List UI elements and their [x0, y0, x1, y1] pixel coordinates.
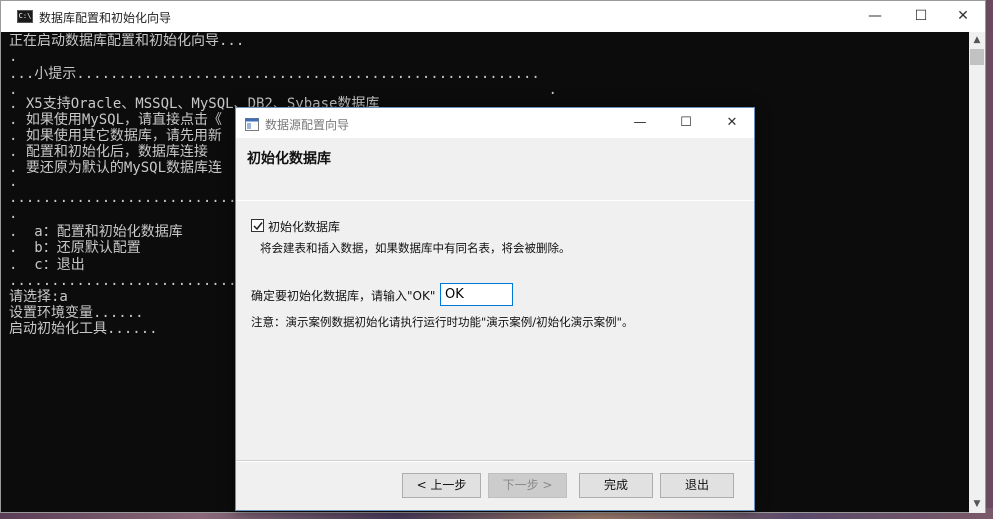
exit-button[interactable]: 退出 — [660, 473, 734, 498]
console-line: ...小提示..................................… — [9, 66, 540, 82]
console-line: 请选择:a — [9, 289, 68, 305]
next-button[interactable]: 下一步 > — [488, 473, 567, 498]
dialog-titlebar[interactable]: 数据源配置向导 — ☐ ✕ — [236, 108, 754, 138]
scroll-down-icon[interactable]: ▼ — [969, 496, 985, 513]
scroll-thumb[interactable] — [970, 49, 984, 65]
console-line: . 配置和初始化后，数据库连接 — [9, 144, 208, 160]
console-line: . b：还原默认配置 — [9, 240, 141, 256]
console-scrollbar[interactable]: ▲ ▼ — [969, 32, 985, 513]
dialog-app-icon — [245, 116, 259, 131]
checkbox-description: 将会建表和插入数据，如果数据库中有同名表，将会被删除。 — [260, 241, 571, 255]
maximize-icon[interactable]: ☐ — [663, 108, 709, 138]
console-line: 启动初始化工具...... — [9, 321, 158, 337]
close-icon[interactable]: ✕ — [940, 1, 986, 32]
divider — [236, 200, 754, 201]
console-line: . 要还原为默认的MySQL数据库连 — [9, 160, 223, 176]
wizard-header: 初始化数据库 — [236, 138, 754, 201]
console-line: . 如果使用其它数据库，请先用新 — [9, 128, 222, 144]
checkbox[interactable] — [251, 219, 264, 232]
console-line: .............................. — [9, 190, 262, 206]
minimize-icon[interactable]: — — [852, 1, 898, 32]
datasource-wizard-dialog: 数据源配置向导 — ☐ ✕ 初始化数据库 初始化数据库 将会建表和插入数据，如果… — [235, 107, 755, 511]
minimize-icon[interactable]: — — [617, 108, 663, 138]
console-line: 设置环境变量...... — [9, 305, 144, 321]
console-line: . — [9, 49, 18, 65]
console-line: . 如果使用MySQL，请直接点击《 — [9, 112, 223, 128]
console-line: . c：退出 — [9, 257, 85, 273]
page-title: 初始化数据库 — [247, 151, 331, 167]
confirm-input[interactable] — [440, 283, 513, 306]
checkmark-icon — [253, 222, 263, 231]
console-titlebar[interactable]: C:\ 数据库配置和初始化向导 — ☐ ✕ — [1, 1, 985, 32]
console-line: 正在启动数据库配置和初始化向导... — [9, 33, 245, 49]
divider — [236, 461, 754, 462]
finish-button[interactable]: 完成 — [579, 473, 653, 498]
maximize-icon[interactable]: ☐ — [898, 1, 944, 32]
console-line: . — [9, 174, 18, 190]
confirm-label: 确定要初始化数据库，请输入"OK" — [251, 289, 436, 303]
console-line: .............................. — [9, 273, 262, 289]
note-text: 注意：演示案例数据初始化请执行运行时功能"演示案例/初始化演示案例"。 — [251, 315, 634, 329]
scroll-up-icon[interactable]: ▲ — [969, 32, 985, 49]
console-title: 数据库配置和初始化向导 — [39, 11, 172, 25]
prev-button[interactable]: < 上一步 — [402, 473, 481, 498]
console-app-icon: C:\ — [17, 10, 33, 23]
close-icon[interactable]: ✕ — [709, 108, 755, 138]
checkbox-label[interactable]: 初始化数据库 — [268, 218, 340, 235]
console-line: . a：配置和初始化数据库 — [9, 224, 183, 240]
dialog-title: 数据源配置向导 — [265, 118, 350, 132]
console-line: . — [9, 206, 18, 222]
